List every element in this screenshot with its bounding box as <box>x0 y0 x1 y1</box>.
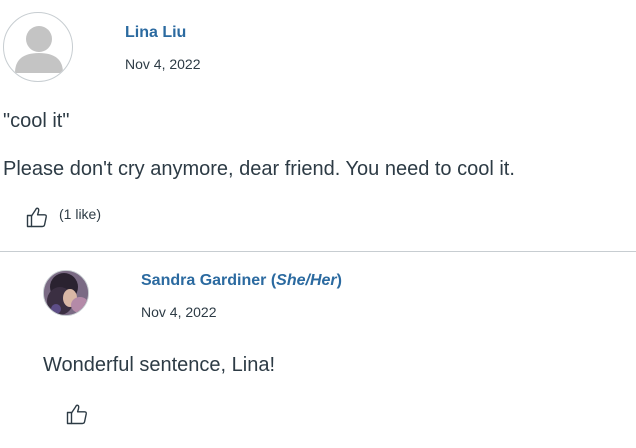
divider <box>0 251 636 252</box>
user-photo-icon <box>44 271 88 315</box>
pronouns-open: ( <box>266 272 277 289</box>
post-body: Please don't cry anymore, dear friend. Y… <box>3 158 515 180</box>
reply-author-line[interactable]: Sandra Gardiner (She/Her) <box>141 272 342 290</box>
reply-body: Wonderful sentence, Lina! <box>43 354 276 376</box>
post-date: Nov 4, 2022 <box>125 56 201 72</box>
reply-date: Nov 4, 2022 <box>141 304 217 320</box>
reply-author-avatar[interactable] <box>43 270 89 316</box>
reply-author-pronouns: She/Her <box>276 272 337 289</box>
author-avatar[interactable] <box>3 12 73 82</box>
author-name-link[interactable]: Lina Liu <box>125 24 186 42</box>
post-title: "cool it" <box>3 110 70 132</box>
like-count: (1 like) <box>59 206 102 222</box>
reply-like-button[interactable] <box>65 402 89 426</box>
thumbs-up-icon <box>66 404 87 425</box>
thumbs-up-icon <box>26 207 47 228</box>
like-button[interactable] <box>25 205 49 229</box>
reply-author-name[interactable]: Sandra Gardiner <box>141 272 266 289</box>
pronouns-close: ) <box>336 272 342 289</box>
default-user-avatar-icon <box>15 26 63 73</box>
